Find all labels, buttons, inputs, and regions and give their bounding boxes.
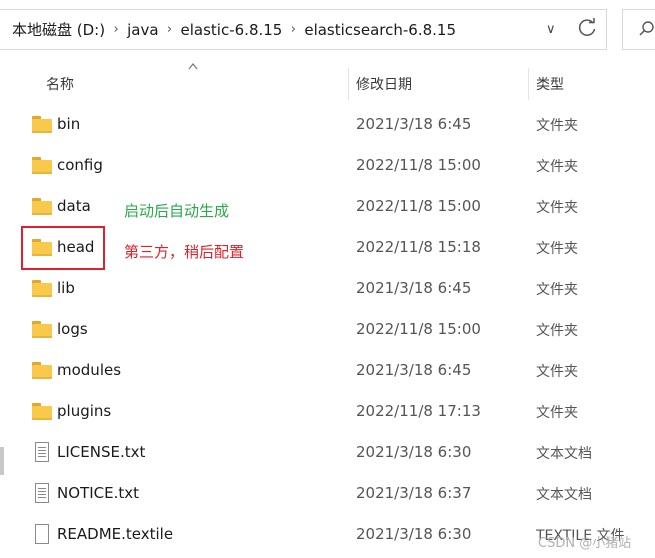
column-name[interactable]: 名称 bbox=[46, 74, 74, 94]
folder-icon bbox=[32, 321, 52, 339]
refresh-icon[interactable] bbox=[576, 17, 598, 39]
file-type: 文件夹 bbox=[536, 159, 578, 175]
address-bar[interactable]: 本地磁盘 (D:) › java › elastic-6.8.15 › elas… bbox=[0, 9, 607, 50]
folder-icon bbox=[32, 280, 52, 298]
file-date: 2021/3/18 6:30 bbox=[356, 443, 472, 461]
chevron-right-icon[interactable]: › bbox=[105, 22, 127, 37]
watermark: CSDN @小猪站 bbox=[538, 536, 632, 551]
file-type: 文件夹 bbox=[536, 241, 578, 257]
file-name: LICENSE.txt bbox=[57, 443, 146, 461]
file-type: 文件夹 bbox=[536, 118, 578, 134]
file-date: 2022/11/8 15:00 bbox=[356, 320, 481, 338]
text-file-icon bbox=[32, 442, 52, 462]
annotation-head-note: 第三方，稍后配置 bbox=[124, 243, 245, 261]
toolbar: 本地磁盘 (D:) › java › elastic-6.8.15 › elas… bbox=[0, 0, 655, 60]
text-file-icon bbox=[32, 483, 52, 503]
file-date: 2021/3/18 6:45 bbox=[356, 115, 472, 133]
list-item[interactable]: config 2022/11/8 15:00 文件夹 bbox=[0, 145, 655, 186]
file-type: 文件夹 bbox=[536, 282, 578, 298]
breadcrumb-elasticsearch[interactable]: elasticsearch-6.8.15 bbox=[304, 21, 456, 39]
file-name: README.textile bbox=[57, 525, 174, 543]
file-type: 文本文档 bbox=[536, 446, 592, 462]
file-name: logs bbox=[57, 320, 88, 338]
sort-ascending-icon bbox=[188, 63, 198, 70]
highlight-box bbox=[21, 226, 105, 270]
file-date: 2022/11/8 15:18 bbox=[356, 238, 481, 256]
column-divider[interactable] bbox=[348, 68, 349, 100]
list-item[interactable]: data 2022/11/8 15:00 文件夹 bbox=[0, 186, 655, 227]
column-date-modified[interactable]: 修改日期 bbox=[356, 74, 412, 94]
file-name: data bbox=[57, 197, 91, 215]
folder-icon bbox=[32, 198, 52, 216]
column-header: 名称 修改日期 类型 bbox=[0, 60, 655, 102]
file-type: 文件夹 bbox=[536, 323, 578, 339]
column-divider[interactable] bbox=[528, 68, 529, 100]
file-type: 文本文档 bbox=[536, 487, 592, 503]
list-item[interactable]: modules 2021/3/18 6:45 文件夹 bbox=[0, 350, 655, 391]
column-type[interactable]: 类型 bbox=[536, 74, 564, 94]
file-date: 2021/3/18 6:37 bbox=[356, 484, 472, 502]
list-item[interactable]: bin 2021/3/18 6:45 文件夹 bbox=[0, 104, 655, 145]
list-item[interactable]: NOTICE.txt 2021/3/18 6:37 文本文档 bbox=[0, 473, 655, 514]
list-item[interactable]: lib 2021/3/18 6:45 文件夹 bbox=[0, 268, 655, 309]
search-icon bbox=[639, 21, 654, 36]
list-item[interactable]: LICENSE.txt 2021/3/18 6:30 文本文档 bbox=[0, 432, 655, 473]
search-input[interactable] bbox=[622, 9, 655, 50]
folder-icon bbox=[32, 157, 52, 175]
file-name: plugins bbox=[57, 402, 112, 420]
file-name: bin bbox=[57, 115, 81, 133]
folder-icon bbox=[32, 403, 52, 421]
file-date: 2022/11/8 15:00 bbox=[356, 197, 481, 215]
file-type: 文件夹 bbox=[536, 364, 578, 380]
list-item[interactable]: plugins 2022/11/8 17:13 文件夹 bbox=[0, 391, 655, 432]
file-name: modules bbox=[57, 361, 122, 379]
chevron-right-icon[interactable]: › bbox=[282, 22, 304, 37]
folder-icon bbox=[32, 116, 52, 134]
file-name: NOTICE.txt bbox=[57, 484, 139, 502]
list-item[interactable]: logs 2022/11/8 15:00 文件夹 bbox=[0, 309, 655, 350]
file-date: 2022/11/8 15:00 bbox=[356, 156, 481, 174]
file-name: config bbox=[57, 156, 103, 174]
file-date: 2021/3/18 6:45 bbox=[356, 279, 472, 297]
breadcrumb-drive[interactable]: 本地磁盘 (D:) bbox=[12, 19, 105, 40]
file-type: 文件夹 bbox=[536, 200, 578, 216]
chevron-right-icon[interactable]: › bbox=[159, 22, 181, 37]
folder-icon bbox=[32, 362, 52, 380]
file-name: lib bbox=[57, 279, 75, 297]
file-date: 2022/11/8 17:13 bbox=[356, 402, 481, 420]
file-icon bbox=[32, 524, 52, 544]
file-date: 2021/3/18 6:30 bbox=[356, 525, 472, 543]
file-date: 2021/3/18 6:45 bbox=[356, 361, 472, 379]
breadcrumb-elastic[interactable]: elastic-6.8.15 bbox=[181, 21, 283, 39]
file-type: 文件夹 bbox=[536, 405, 578, 421]
annotation-data-note: 启动后自动生成 bbox=[124, 202, 230, 220]
address-history-chevron-icon[interactable]: ∨ bbox=[546, 22, 556, 37]
breadcrumb-java[interactable]: java bbox=[127, 21, 158, 39]
